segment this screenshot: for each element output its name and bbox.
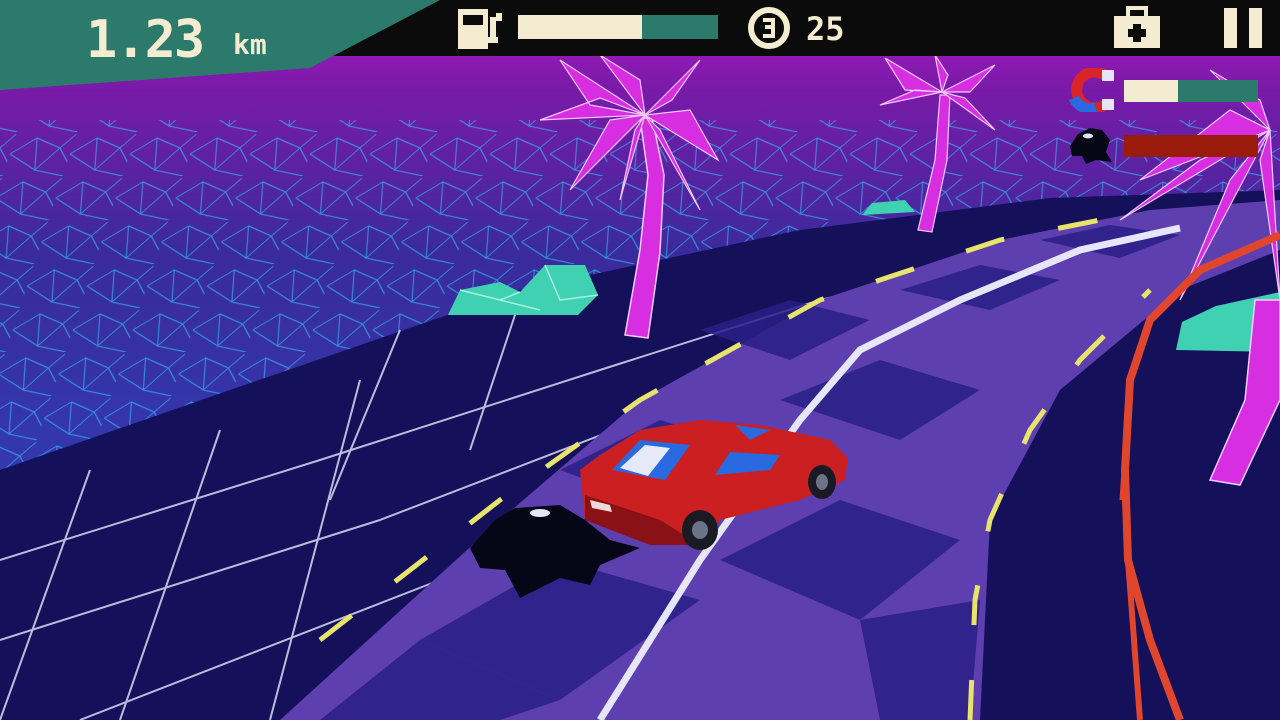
distance-value: 1.23 bbox=[86, 10, 205, 70]
oil-slick-shine bbox=[530, 509, 550, 517]
toolbox-icon[interactable] bbox=[1112, 6, 1162, 50]
fuel-pump-icon bbox=[458, 9, 502, 49]
oil-slick-timer-bar bbox=[1124, 135, 1258, 157]
distance-unit: km bbox=[233, 28, 267, 61]
oil-slick-icon bbox=[1070, 128, 1112, 164]
magnet-timer-fill bbox=[1124, 80, 1178, 102]
coin-icon bbox=[748, 7, 790, 49]
oil-slick-timer-fill bbox=[1124, 135, 1258, 157]
magnet-timer-bar bbox=[1124, 80, 1258, 102]
magnet-icon bbox=[1068, 68, 1114, 112]
fuel-bar-fill bbox=[518, 15, 642, 39]
pause-icon[interactable] bbox=[1222, 6, 1264, 50]
fuel-bar bbox=[518, 15, 718, 39]
coin-count: 25 bbox=[806, 10, 845, 48]
